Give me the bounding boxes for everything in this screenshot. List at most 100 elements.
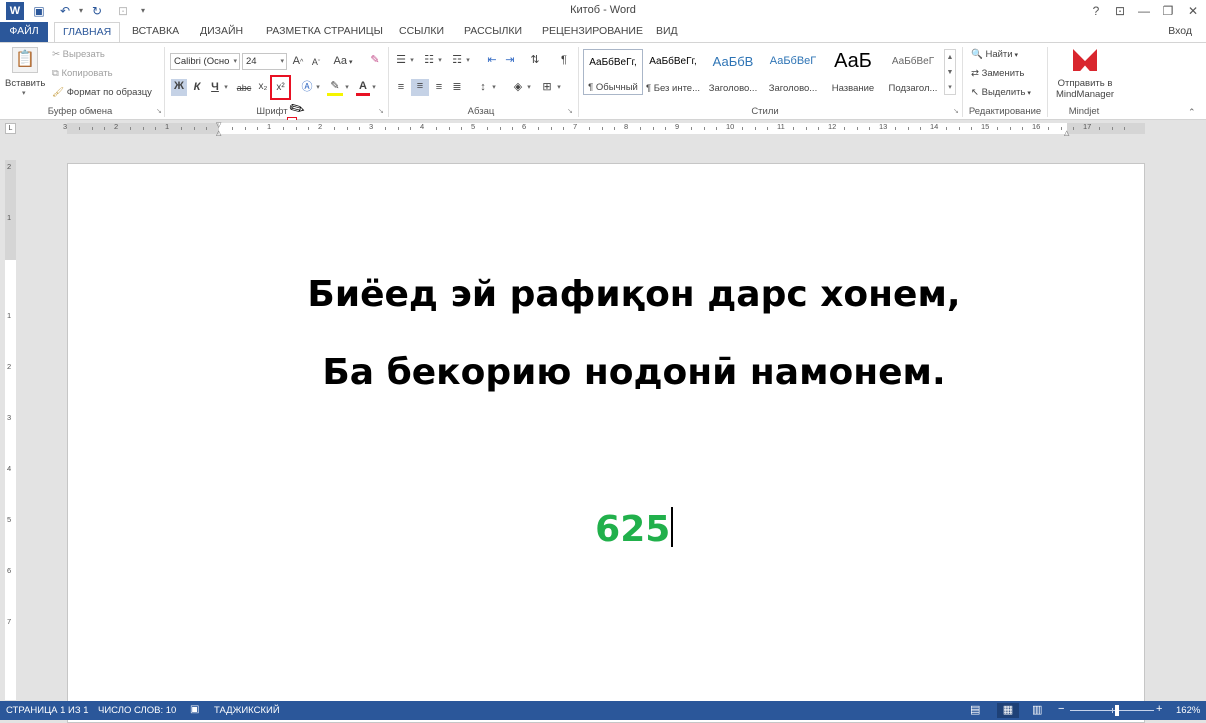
replace-button[interactable]: ⇄ Заменить xyxy=(971,68,1024,79)
bold-button[interactable]: Ж xyxy=(171,79,187,96)
shading-icon[interactable]: ◈ xyxy=(511,80,525,94)
style-heading-2[interactable]: АаБбВеГ Заголово... xyxy=(763,49,823,95)
close-button[interactable]: ✕ xyxy=(1180,0,1206,22)
paragraph-launcher-icon[interactable]: ↘ xyxy=(567,107,573,115)
cut-button[interactable]: ✂ Вырезать xyxy=(52,49,105,60)
styles-scroll-down-icon[interactable]: ▼ xyxy=(945,65,955,80)
sign-in-link[interactable]: Вход xyxy=(1168,25,1192,37)
ribbon-display-button[interactable]: ⊡ xyxy=(1107,0,1133,22)
web-layout-icon[interactable]: ▥ xyxy=(1032,703,1042,716)
change-case-button[interactable]: Aa ▾ xyxy=(332,54,354,70)
tab-home[interactable]: ГЛАВНАЯ xyxy=(54,22,121,43)
styles-more-icon[interactable]: ▾ xyxy=(945,80,955,95)
read-mode-icon[interactable]: ▤ xyxy=(970,703,980,716)
document-number-line[interactable]: 625 xyxy=(68,507,1146,550)
text-effects-icon[interactable]: Ⓐ xyxy=(300,80,314,94)
zoom-in-icon[interactable]: + xyxy=(1156,703,1162,715)
align-left-icon[interactable]: ≡ xyxy=(394,80,408,94)
document-page[interactable]: Биёед эй рафиқон дарс хонем, Ба бекорию … xyxy=(67,163,1145,723)
tab-page-layout[interactable]: РАЗМЕТКА СТРАНИЦЫ xyxy=(258,22,391,42)
borders-dropdown-icon[interactable]: ▾ xyxy=(555,81,563,95)
numbering-icon[interactable]: ☷ xyxy=(422,53,436,67)
strikethrough-button[interactable]: abc xyxy=(234,81,254,95)
font-size-combo[interactable]: 24 ▾ xyxy=(242,53,287,70)
show-marks-button[interactable]: ¶ xyxy=(557,53,571,67)
paste-icon[interactable]: 📋 xyxy=(12,47,38,73)
page-count-status[interactable]: СТРАНИЦА 1 ИЗ 1 xyxy=(6,705,89,716)
font-launcher-icon[interactable]: ↘ xyxy=(378,107,384,115)
send-to-mindmanager-button[interactable]: Отправить в MindManager xyxy=(1050,78,1120,100)
font-name-combo[interactable]: Calibri (Осно ▾ xyxy=(170,53,240,70)
tab-review[interactable]: РЕЦЕНЗИРОВАНИЕ xyxy=(534,22,651,42)
print-layout-icon[interactable]: ▦ xyxy=(997,703,1019,718)
subscript-button[interactable]: x₂ xyxy=(256,80,270,94)
tab-design[interactable]: ДИЗАЙН xyxy=(192,22,251,42)
superscript-button[interactable]: x² xyxy=(270,75,291,100)
clear-formatting-icon[interactable]: ✎ xyxy=(367,53,383,67)
paste-dropdown-icon[interactable]: ▾ xyxy=(22,89,26,97)
proofing-icon[interactable]: ▣ xyxy=(190,704,199,715)
tab-mailings[interactable]: РАССЫЛКИ xyxy=(456,22,530,42)
document-line-1[interactable]: Биёед эй рафиқон дарс хонем, xyxy=(68,274,1146,315)
italic-button[interactable]: К xyxy=(190,80,204,94)
styles-scroll[interactable]: ▲ ▼ ▾ xyxy=(944,49,956,95)
line-spacing-icon[interactable]: ↕ xyxy=(476,80,490,94)
multilevel-dropdown-icon[interactable]: ▾ xyxy=(464,54,472,68)
find-button[interactable]: 🔍 Найти ▾ xyxy=(971,49,1018,60)
highlight-dropdown-icon[interactable]: ▾ xyxy=(343,81,351,95)
style-no-spacing[interactable]: АаБбВеГг, ¶ Без инте... xyxy=(643,49,703,95)
underline-dropdown-icon[interactable]: ▾ xyxy=(222,81,230,95)
tab-file[interactable]: ФАЙЛ xyxy=(0,22,48,42)
text-effects-dropdown-icon[interactable]: ▾ xyxy=(314,81,322,95)
line-spacing-dropdown-icon[interactable]: ▾ xyxy=(490,81,498,95)
restore-button[interactable]: ❐ xyxy=(1155,0,1181,22)
decrease-indent-icon[interactable]: ⇤ xyxy=(485,53,499,67)
clipboard-launcher-icon[interactable]: ↘ xyxy=(156,107,162,115)
underline-button[interactable]: Ч xyxy=(208,80,222,94)
increase-indent-icon[interactable]: ⇥ xyxy=(503,53,517,67)
align-center-icon[interactable]: ≡ xyxy=(411,79,429,96)
styles-scroll-up-icon[interactable]: ▲ xyxy=(945,50,955,65)
multilevel-list-icon[interactable]: ☶ xyxy=(450,53,464,67)
style-heading-1[interactable]: АаБбВ Заголово... xyxy=(703,49,763,95)
vertical-ruler[interactable]: 2 1 1 2 3 4 5 6 7 xyxy=(5,160,16,700)
shading-dropdown-icon[interactable]: ▾ xyxy=(525,81,533,95)
paste-button[interactable]: Вставить xyxy=(5,78,45,89)
grow-font-button[interactable]: A^ xyxy=(291,54,305,70)
styles-launcher-icon[interactable]: ↘ xyxy=(953,107,959,115)
tab-selector-icon[interactable]: L xyxy=(5,123,16,134)
zoom-level[interactable]: 162% xyxy=(1176,705,1200,716)
highlight-color-icon[interactable]: ✎ xyxy=(327,79,343,96)
minimize-button[interactable]: — xyxy=(1131,0,1157,22)
first-line-indent-marker[interactable]: ▽ xyxy=(216,121,221,129)
numbering-dropdown-icon[interactable]: ▾ xyxy=(436,54,444,68)
tab-view[interactable]: ВИД xyxy=(648,22,686,42)
style-title[interactable]: АаБ Название xyxy=(823,49,883,95)
horizontal-ruler[interactable]: 3 2 1 1 2 3 4 5 6 7 8 9 10 11 12 13 14 15 16 17 ▽ △ △ xyxy=(63,121,1145,137)
document-line-2[interactable]: Ба бекорию нодонӣ намонем. xyxy=(68,352,1146,393)
shrink-font-button[interactable]: Aˇ xyxy=(309,55,323,71)
tab-insert[interactable]: ВСТАВКА xyxy=(124,22,187,42)
font-color-dropdown-icon[interactable]: ▾ xyxy=(370,81,378,95)
font-name-dropdown-icon[interactable]: ▾ xyxy=(233,54,237,69)
zoom-out-icon[interactable]: − xyxy=(1058,703,1064,715)
sort-icon[interactable]: ⇅ xyxy=(528,53,542,67)
collapse-ribbon-icon[interactable]: ⌃ xyxy=(1188,107,1196,118)
format-painter-button[interactable]: 🖌 Формат по образцу xyxy=(52,87,152,98)
font-size-dropdown-icon[interactable]: ▾ xyxy=(280,54,284,69)
help-button[interactable]: ? xyxy=(1083,0,1109,22)
copy-button[interactable]: ⧉ Копировать xyxy=(52,68,113,79)
right-indent-marker[interactable]: △ xyxy=(1064,129,1069,137)
bullets-icon[interactable]: ☰ xyxy=(394,53,408,67)
select-button[interactable]: ↖ Выделить ▾ xyxy=(971,87,1031,98)
justify-icon[interactable]: ≣ xyxy=(450,80,464,94)
tab-references[interactable]: ССЫЛКИ xyxy=(391,22,452,42)
align-right-icon[interactable]: ≡ xyxy=(432,80,446,94)
style-subtitle[interactable]: АаБбВеГ Подзагол... xyxy=(883,49,943,95)
style-normal[interactable]: АаБбВеГг, ¶ Обычный xyxy=(583,49,643,95)
bullets-dropdown-icon[interactable]: ▾ xyxy=(408,54,416,68)
word-count-status[interactable]: ЧИСЛО СЛОВ: 10 xyxy=(98,705,176,716)
left-indent-marker[interactable]: △ xyxy=(216,129,221,137)
borders-icon[interactable]: ⊞ xyxy=(540,80,554,94)
mindmanager-icon[interactable] xyxy=(1073,49,1097,71)
